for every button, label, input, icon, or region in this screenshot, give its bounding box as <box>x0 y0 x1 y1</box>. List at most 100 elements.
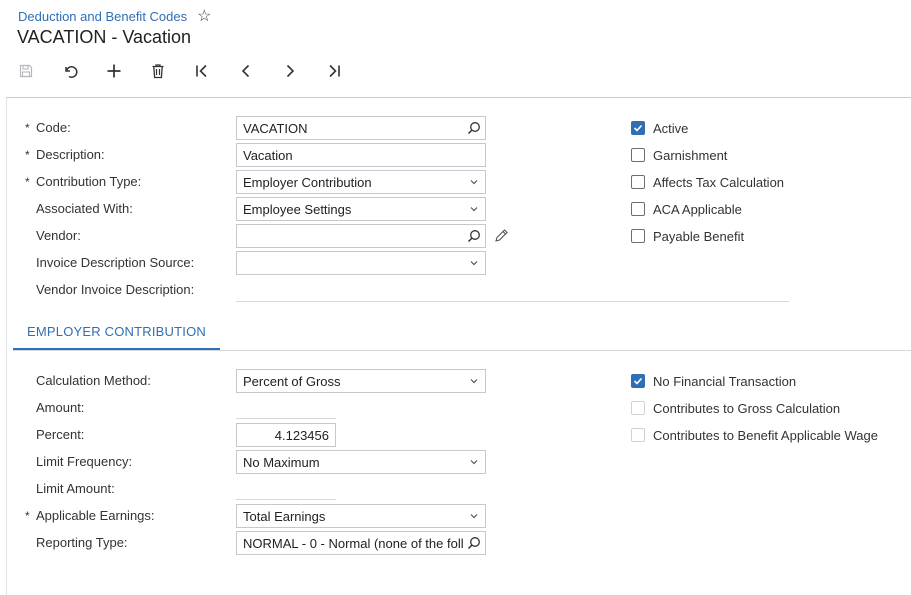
code-field[interactable]: VACATION <box>236 116 486 140</box>
contributes-gross-checkbox[interactable]: Contributes to Gross Calculation <box>631 398 840 418</box>
applicable-earnings-select[interactable]: Total Earnings <box>236 504 486 528</box>
vendor-field[interactable] <box>236 224 486 248</box>
tab-employer-contribution[interactable]: EMPLOYER CONTRIBUTION <box>13 322 220 351</box>
description-row: * Description: Vacation <box>7 143 907 167</box>
checkbox-box[interactable] <box>631 229 645 243</box>
previous-record-button[interactable] <box>236 59 280 83</box>
limit-frequency-value: No Maximum <box>243 455 320 470</box>
affects-tax-label: Affects Tax Calculation <box>653 174 785 190</box>
add-button[interactable] <box>104 59 148 83</box>
percent-field[interactable]: 4.123456 <box>236 423 336 447</box>
reporting-type-row: Reporting Type: NORMAL - 0 - Normal (non… <box>7 531 907 555</box>
save-icon <box>19 64 33 78</box>
calc-method-value: Percent of Gross <box>243 374 341 389</box>
required-marker: * <box>25 121 30 135</box>
chevron-down-icon <box>470 207 478 212</box>
description-value: Vacation <box>243 148 293 163</box>
invoice-desc-source-row: Invoice Description Source: <box>7 251 907 275</box>
limit-amount-label: Limit Amount: <box>36 481 115 496</box>
checkbox-box[interactable] <box>631 202 645 216</box>
vendor-invoice-desc-label: Vendor Invoice Description: <box>36 282 195 297</box>
applicable-earnings-row: * Applicable Earnings: Total Earnings <box>7 504 907 528</box>
toolbar <box>16 59 368 83</box>
limit-frequency-label: Limit Frequency: <box>36 454 133 469</box>
checkbox-box[interactable] <box>631 175 645 189</box>
code-row: * Code: VACATION <box>7 116 907 140</box>
checkbox-box[interactable] <box>631 401 645 415</box>
affects-tax-checkbox[interactable]: Affects Tax Calculation <box>631 172 784 192</box>
contribution-type-select[interactable]: Employer Contribution <box>236 170 486 194</box>
tab-divider <box>13 350 911 351</box>
description-field[interactable]: Vacation <box>236 143 486 167</box>
checkbox-box[interactable] <box>631 428 645 442</box>
undo-button[interactable] <box>60 59 104 83</box>
garnishment-checkbox[interactable]: Garnishment <box>631 145 727 165</box>
breadcrumb: Deduction and Benefit Codes ☆ <box>18 9 211 25</box>
chevron-down-icon <box>470 514 478 519</box>
limit-amount-row: Limit Amount: <box>7 477 907 501</box>
reporting-type-value: NORMAL - 0 - Normal (none of the foll <box>243 536 464 551</box>
amount-label: Amount: <box>36 400 85 415</box>
active-checkbox[interactable]: Active <box>631 118 688 138</box>
first-record-button[interactable] <box>192 59 236 83</box>
payable-benefit-label: Payable Benefit <box>653 228 745 244</box>
active-label: Active <box>653 120 689 136</box>
applicable-earnings-label: Applicable Earnings: <box>36 508 155 523</box>
applicable-earnings-value: Total Earnings <box>243 509 326 524</box>
reporting-type-field[interactable]: NORMAL - 0 - Normal (none of the foll <box>236 531 486 555</box>
required-marker: * <box>25 148 30 162</box>
garnishment-label: Garnishment <box>653 147 728 163</box>
calc-method-label: Calculation Method: <box>36 373 151 388</box>
percent-value: 4.123456 <box>274 428 329 443</box>
limit-amount-field[interactable] <box>236 499 336 500</box>
last-icon <box>329 64 340 78</box>
associated-with-row: Associated With: Employee Settings <box>7 197 907 221</box>
edit-pencil-icon[interactable] <box>493 228 509 244</box>
undo-icon <box>65 66 78 78</box>
vendor-invoice-desc-row: Vendor Invoice Description: <box>7 278 907 302</box>
contribution-type-value: Employer Contribution <box>243 175 372 190</box>
vendor-invoice-desc-field[interactable] <box>236 301 789 302</box>
contribution-type-label: Contribution Type: <box>36 174 142 189</box>
next-icon <box>286 64 295 78</box>
required-marker: * <box>25 509 30 523</box>
payable-benefit-checkbox[interactable]: Payable Benefit <box>631 226 744 246</box>
form-panel: * Code: VACATION * Description: Vacation… <box>6 97 911 595</box>
save-button[interactable] <box>16 59 60 83</box>
checkmark-icon <box>633 377 643 385</box>
aca-label: ACA Applicable <box>653 201 742 217</box>
checkbox-box[interactable] <box>631 148 645 162</box>
no-financial-transaction-checkbox[interactable]: No Financial Transaction <box>631 371 796 391</box>
invoice-desc-source-select[interactable] <box>236 251 486 275</box>
page-title: VACATION - Vacation <box>17 27 192 47</box>
search-icon[interactable] <box>467 536 481 550</box>
associated-with-select[interactable]: Employee Settings <box>236 197 486 221</box>
code-label: Code: <box>36 120 71 135</box>
limit-frequency-row: Limit Frequency: No Maximum <box>7 450 907 474</box>
vendor-row: Vendor: <box>7 224 907 248</box>
breadcrumb-link[interactable]: Deduction and Benefit Codes <box>18 9 187 24</box>
chevron-down-icon <box>470 379 478 384</box>
checkbox-box[interactable] <box>631 374 645 388</box>
star-icon[interactable]: ☆ <box>197 9 211 25</box>
contributes-gross-label: Contributes to Gross Calculation <box>653 400 841 416</box>
reporting-type-label: Reporting Type: <box>36 535 128 550</box>
invoice-desc-source-label: Invoice Description Source: <box>36 255 195 270</box>
delete-icon <box>152 64 164 79</box>
description-label: Description: <box>36 147 105 162</box>
checkbox-box[interactable] <box>631 121 645 135</box>
search-icon[interactable] <box>467 121 481 135</box>
first-icon <box>196 64 207 78</box>
aca-checkbox[interactable]: ACA Applicable <box>631 199 742 219</box>
next-record-button[interactable] <box>280 59 324 83</box>
last-record-button[interactable] <box>324 59 368 83</box>
amount-field[interactable] <box>236 418 336 419</box>
calc-method-select[interactable]: Percent of Gross <box>236 369 486 393</box>
chevron-down-icon <box>470 261 478 266</box>
limit-frequency-select[interactable]: No Maximum <box>236 450 486 474</box>
delete-button[interactable] <box>148 59 192 83</box>
search-icon[interactable] <box>467 229 481 243</box>
no-financial-transaction-label: No Financial Transaction <box>653 373 797 389</box>
vendor-label: Vendor: <box>36 228 81 243</box>
contributes-benefit-checkbox[interactable]: Contributes to Benefit Applicable Wage <box>631 425 878 445</box>
